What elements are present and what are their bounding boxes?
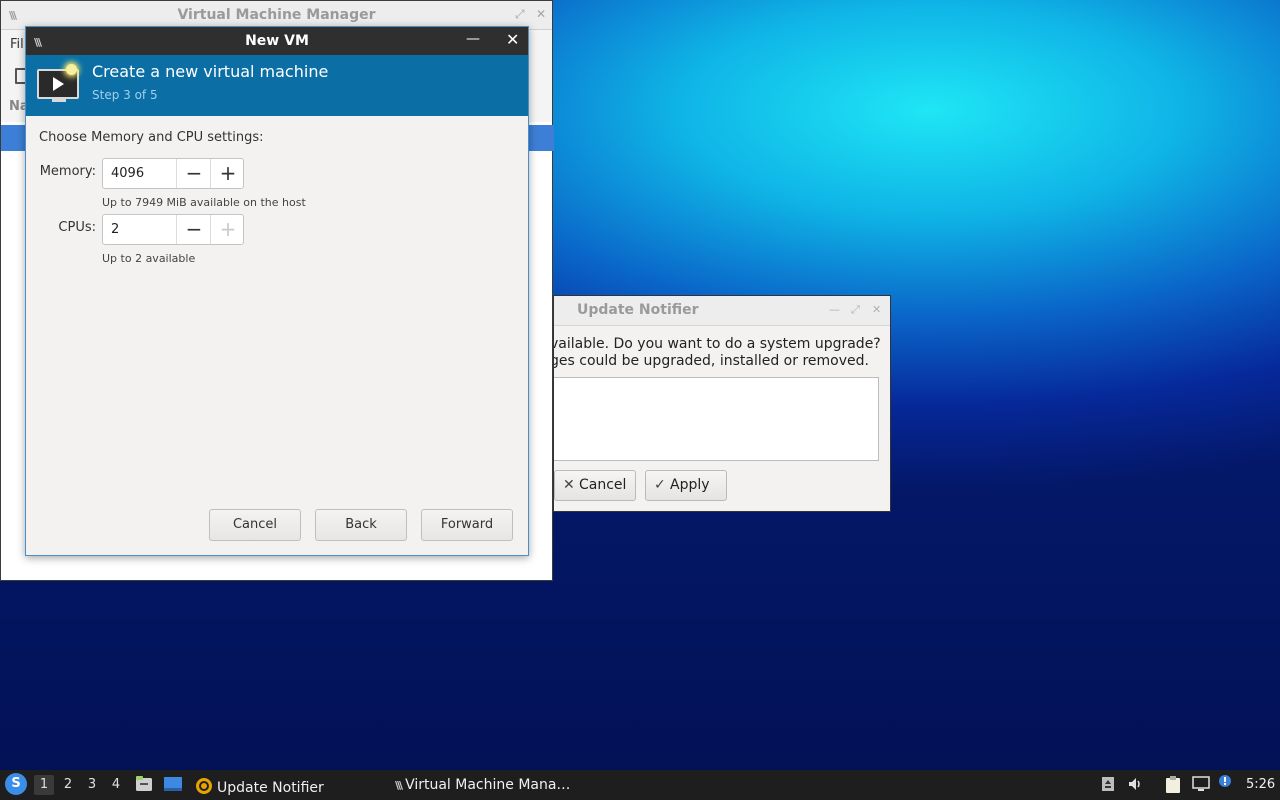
new-vm-titlebar[interactable]: \\\ New VM — ✕ [26, 27, 528, 55]
notifier-details-box[interactable] [554, 377, 879, 461]
taskbar: S 1 2 3 4 Update Notifier \\\ Virtual Mac… [0, 770, 1280, 800]
vmm-title: Virtual Machine Manager [177, 7, 376, 23]
section-label: Choose Memory and CPU settings: [39, 130, 264, 145]
notifier-title: Update Notifier [577, 302, 699, 318]
cpus-value[interactable]: 2 [111, 222, 119, 237]
removable-drive-icon[interactable] [1100, 776, 1116, 792]
forward-button[interactable]: Forward [421, 509, 513, 541]
network-icon[interactable] [1192, 776, 1210, 792]
task-vmm-label: Virtual Machine Mana… [405, 777, 571, 793]
back-button[interactable]: Back [315, 509, 407, 541]
monitor-stand [52, 99, 66, 102]
task-update-notifier-label: Update Notifier [217, 780, 324, 796]
notifier-cancel-label: Cancel [579, 477, 627, 493]
notifier-apply-label: Apply [670, 477, 710, 493]
file-manager-icon[interactable] [135, 775, 153, 793]
wizard-banner: Create a new virtual machine Step 3 of 5 [26, 55, 528, 116]
banner-title: Create a new virtual machine [92, 62, 329, 81]
minimize-icon[interactable]: — [829, 303, 840, 316]
update-notifier-window: Update Notifier — ⤢ ✕ vailable. Do you w… [553, 295, 891, 512]
volume-icon[interactable] [1127, 776, 1143, 792]
clock[interactable]: 5:26 [1246, 777, 1275, 792]
notification-icon[interactable] [1217, 774, 1233, 790]
cpus-label: CPUs: [58, 220, 96, 235]
maximize-icon[interactable]: ⤢ [851, 303, 860, 317]
memory-spinbox[interactable]: 4096 − + [102, 158, 244, 189]
show-desktop-icon[interactable] [163, 775, 182, 793]
workspace-4[interactable]: 4 [106, 775, 126, 795]
cancel-button[interactable]: Cancel [209, 509, 301, 541]
task-virtual-machine-manager[interactable]: \\\ Virtual Machine Mana… [395, 777, 570, 793]
cancel-x-icon: ✕ [563, 477, 575, 493]
memory-decrease-button[interactable]: − [176, 159, 211, 188]
workspace-3[interactable]: 3 [82, 775, 102, 795]
close-icon[interactable]: ✕ [536, 7, 546, 21]
notifier-cancel-button[interactable]: ✕ Cancel [554, 470, 636, 501]
notifier-message-line2: ges could be upgraded, installed or remo… [553, 353, 869, 369]
new-vm-dialog: \\\ New VM — ✕ Create a new virtual mach… [25, 26, 529, 556]
notifier-message-line1: vailable. Do you want to do a system upg… [553, 336, 881, 352]
workspace-1[interactable]: 1 [34, 775, 54, 795]
notifier-titlebar[interactable]: Update Notifier — ⤢ ✕ [554, 296, 890, 326]
virt-manager-icon: \\\ [395, 779, 403, 792]
close-icon[interactable]: ✕ [506, 30, 519, 49]
cpus-spinbox[interactable]: 2 − + [102, 214, 244, 245]
cpus-hint: Up to 2 available [102, 252, 196, 265]
minimize-icon[interactable]: — [466, 31, 480, 47]
menu-file[interactable]: Fil [10, 37, 24, 52]
sparkle-icon [66, 64, 77, 75]
maximize-icon[interactable]: ⤢ [515, 7, 525, 22]
new-vm-title: New VM [245, 33, 309, 49]
task-update-notifier[interactable]: Update Notifier [195, 777, 324, 796]
clipboard-icon[interactable] [1165, 776, 1181, 793]
close-icon[interactable]: ✕ [872, 303, 881, 316]
update-notifier-icon [195, 777, 213, 796]
memory-hint: Up to 7949 MiB available on the host [102, 196, 306, 209]
memory-increase-button[interactable]: + [210, 159, 245, 188]
checkmark-icon: ✓ [654, 477, 666, 493]
workspace-2[interactable]: 2 [58, 775, 78, 795]
notifier-apply-button[interactable]: ✓ Apply [645, 470, 727, 501]
cpus-decrease-button[interactable]: − [176, 215, 211, 244]
memory-value[interactable]: 4096 [111, 166, 144, 181]
lxqt-start-icon[interactable]: S [5, 773, 27, 795]
banner-step: Step 3 of 5 [92, 88, 158, 102]
memory-label: Memory: [39, 164, 96, 179]
cpus-increase-button: + [210, 215, 245, 244]
